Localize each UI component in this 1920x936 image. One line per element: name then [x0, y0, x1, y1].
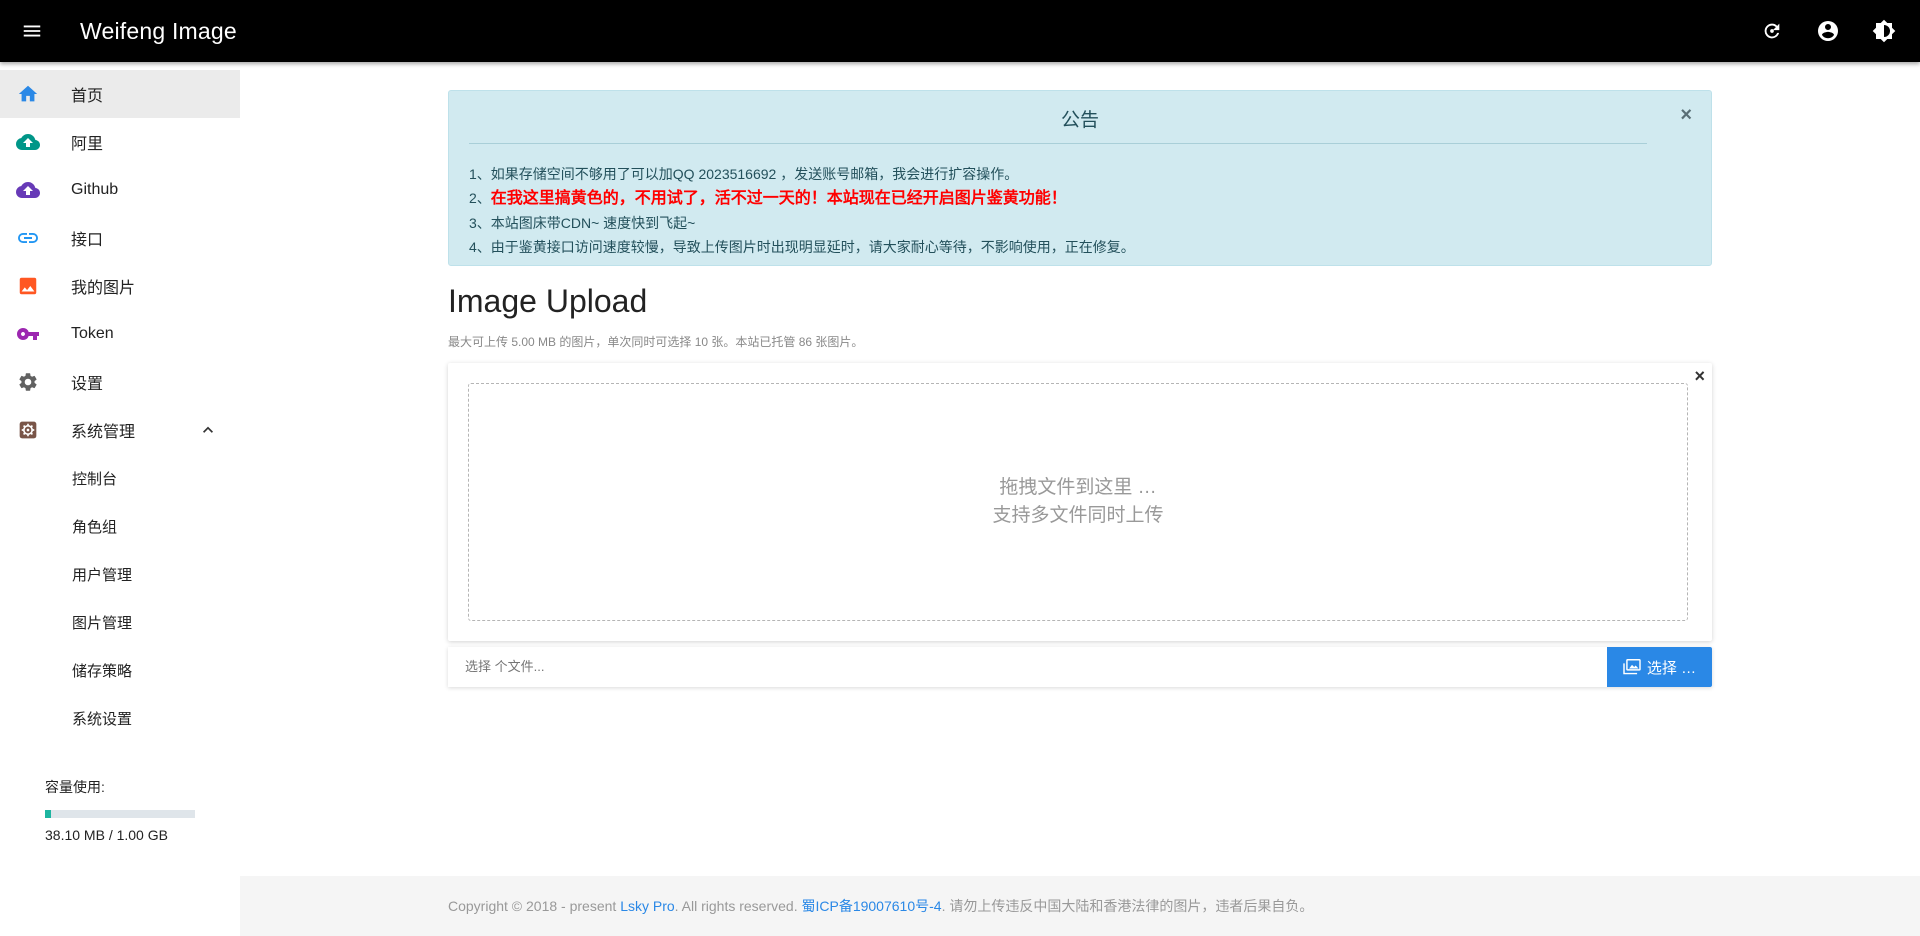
sidebar-item-label: 设置 [71, 376, 104, 393]
cloud-upload-icon [0, 178, 72, 202]
usage-title: 容量使用: [45, 779, 105, 795]
account-button[interactable] [1800, 0, 1856, 62]
gear-icon [0, 371, 72, 393]
sidebar-item-api[interactable]: 接口 [0, 214, 240, 262]
file-caption-input[interactable] [448, 647, 1607, 687]
footer-copyright: Copyright © 2018 - present [448, 898, 617, 914]
file-dropzone[interactable]: 拖拽文件到这里 … 支持多文件同时上传 [468, 383, 1688, 621]
sidebar-subitem-system-settings[interactable]: 系统设置 [0, 694, 240, 742]
sidebar-item-settings[interactable]: 设置 [0, 358, 240, 406]
images-icon [1623, 659, 1641, 675]
choose-file-label: 选择 … [1646, 659, 1697, 677]
announcement-close-button[interactable]: × [1680, 104, 1692, 127]
cloud-upload-icon [0, 130, 72, 154]
announcement-line-2-number: 2、 [469, 190, 491, 206]
refresh-icon [1764, 23, 1780, 39]
link-icon [0, 226, 72, 250]
key-icon [0, 322, 72, 346]
sidebar-subitem-images[interactable]: 图片管理 [0, 598, 240, 646]
sidebar-item-label: Github [71, 181, 119, 198]
sidebar-item-token[interactable]: Token [0, 310, 240, 358]
sidebar-item-label: 系统管理 [71, 424, 136, 441]
upload-close-button[interactable]: × [1694, 366, 1705, 387]
announcement-warning: 在我这里搞黄色的，不用试了，活不过一天的！本站现在已经开启图片鉴黄功能！ [490, 190, 1067, 207]
top-actions [1744, 0, 1912, 62]
sidebar-item-ali[interactable]: 阿里 [0, 118, 240, 166]
sidebar-subitem-dashboard[interactable]: 控制台 [0, 454, 240, 502]
choose-file-button[interactable]: 选择 … [1607, 647, 1712, 687]
sidebar-item-my-images[interactable]: 我的图片 [0, 262, 240, 310]
file-input-group: 选择 … [448, 647, 1712, 687]
sidebar-subitem-storage[interactable]: 储存策略 [0, 646, 240, 694]
upload-card: × 拖拽文件到这里 … 支持多文件同时上传 [448, 363, 1712, 641]
theme-icon [1872, 19, 1896, 43]
menu-icon [23, 25, 41, 37]
theme-toggle-button[interactable] [1856, 0, 1912, 62]
sidebar-item-github[interactable]: Github [0, 166, 240, 214]
usage-value: 38.10 MB / 1.00 GB [45, 827, 168, 843]
announcement-line-4: 4、由于鉴黄接口访问速度较慢，导致上传图片时出现明显延时，请大家耐心等待，不影响… [469, 239, 1135, 255]
image-icon [0, 275, 72, 297]
sidebar-item-system-admin[interactable]: 系统管理 [0, 406, 240, 454]
home-icon [0, 83, 72, 105]
announcement-line-1: 1、如果存储空间不够用了可以加QQ 2023516692 ，发送账号邮箱，我会进… [469, 166, 1019, 182]
sidebar-item-home[interactable]: 首页 [0, 70, 240, 118]
announcement-line-2: 2、在我这里搞黄色的，不用试了，活不过一天的！本站现在已经开启图片鉴黄功能！ [469, 186, 1711, 211]
account-icon [1818, 21, 1838, 41]
dropzone-text-2: 支持多文件同时上传 [992, 505, 1164, 526]
footer-warning: . 请勿上传违反中国大陆和香港法律的图片，违者后果自负。 [941, 898, 1314, 914]
announcement-title: 公告 [1060, 110, 1099, 131]
announcement-body: 1、如果存储空间不够用了可以加QQ 2023516692 ，发送账号邮箱，我会进… [449, 144, 1711, 259]
announcement-line-3: 3、本站图床带CDN~ 速度快到飞起~ [469, 215, 696, 231]
refresh-button[interactable] [1744, 0, 1800, 62]
footer: Copyright © 2018 - present Lsky Pro. All… [240, 876, 1920, 936]
admin-gear-icon [0, 420, 72, 440]
sidebar-item-label: 首页 [71, 88, 104, 105]
sidebar-item-label: Token [71, 325, 114, 342]
sidebar-item-label: 我的图片 [71, 280, 136, 297]
page-title: Image Upload [448, 283, 648, 319]
footer-link-lsky[interactable]: Lsky Pro [620, 898, 674, 914]
upload-limits-text: 最大可上传 5.00 MB 的图片，单次同时可选择 10 张。本站已托管 86 … [448, 335, 864, 349]
announcement-alert: 公告 × 1、如果存储空间不够用了可以加QQ 2023516692 ，发送账号邮… [448, 90, 1712, 266]
app-title: Weifeng Image [80, 17, 237, 44]
main-content: 公告 × 1、如果存储空间不够用了可以加QQ 2023516692 ，发送账号邮… [448, 90, 1712, 687]
footer-link-icp[interactable]: 蜀ICP备19007610号-4 [801, 896, 941, 916]
top-app-bar: Weifeng Image [0, 0, 1920, 62]
storage-usage: 容量使用: 38.10 MB / 1.00 GB [45, 777, 195, 843]
sidebar-subitem-users[interactable]: 用户管理 [0, 550, 240, 598]
usage-progress-bar [45, 810, 195, 818]
footer-rights: . All rights reserved. [674, 898, 798, 914]
menu-button[interactable] [0, 0, 64, 62]
sidebar-subitem-roles[interactable]: 角色组 [0, 502, 240, 550]
sidebar-item-label: 阿里 [71, 136, 104, 153]
chevron-up-icon[interactable] [198, 420, 218, 445]
usage-progress-fill [45, 810, 51, 818]
dropzone-text-1: 拖拽文件到这里 … [999, 477, 1157, 498]
sidebar-item-label: 接口 [71, 232, 104, 249]
